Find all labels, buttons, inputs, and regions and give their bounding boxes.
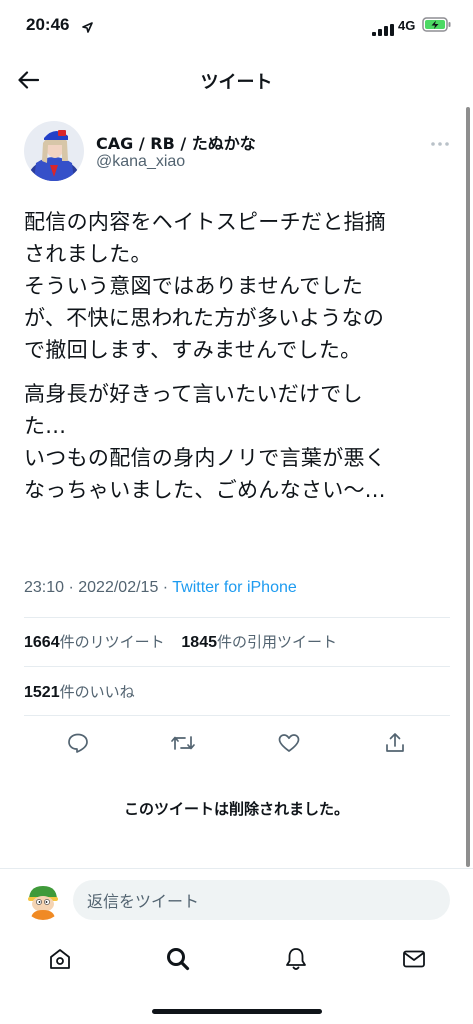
retweet-count[interactable]: 1664件のリツイート	[24, 633, 165, 651]
search-icon	[167, 948, 190, 971]
home-indicator[interactable]	[152, 1009, 322, 1014]
quote-count[interactable]: 1845件の引用ツイート	[181, 633, 337, 651]
share-icon	[386, 733, 404, 752]
user-avatar[interactable]	[23, 880, 63, 920]
tweet-timestamp: 23:10 · 2022/02/15 ·	[24, 579, 173, 596]
like-button[interactable]	[275, 729, 303, 757]
tweet-actions	[0, 729, 473, 757]
tweet-paragraph: 高身長が好きって言いたいだけでし た... いつもの配信の身内ノリで言葉が悪く …	[24, 382, 387, 502]
retweet-icon	[171, 736, 195, 750]
battery-charging-icon	[422, 17, 452, 37]
tweet-paragraph: 配信の内容をヘイトスピーチだと指摘 されました。 そういう意図ではありませんでし…	[24, 210, 387, 362]
divider	[24, 666, 450, 667]
divider	[24, 715, 450, 716]
tab-search[interactable]	[163, 944, 193, 974]
engagement-stats: 1664件のリツイート 1845件の引用ツイート	[24, 631, 349, 652]
more-options-button[interactable]	[430, 134, 450, 146]
tweet-text: 配信の内容をヘイトスピーチだと指摘 されました。 そういう意図ではありませんでし…	[24, 206, 454, 506]
reply-placeholder: 返信をツイート	[87, 892, 200, 911]
home-icon	[50, 949, 70, 969]
reply-input[interactable]: 返信をツイート	[73, 880, 450, 920]
bell-icon	[286, 948, 306, 970]
tab-home[interactable]	[45, 944, 75, 974]
heart-icon	[278, 734, 300, 752]
network-type: 4G	[398, 18, 416, 33]
divider	[24, 617, 450, 618]
ellipsis-icon	[431, 142, 449, 146]
status-bar: 20:46 4G	[0, 0, 473, 50]
reply-button[interactable]	[64, 729, 92, 757]
comment-icon	[68, 733, 88, 753]
divider	[0, 868, 473, 869]
author-name[interactable]: CAG / RB / たぬかな	[96, 130, 256, 154]
author-handle[interactable]: @kana_xiao	[96, 153, 185, 171]
signal-icon	[372, 21, 394, 36]
mail-icon	[403, 950, 425, 968]
share-button[interactable]	[381, 729, 409, 757]
likes-stats: 1521件のいいね	[24, 681, 147, 702]
tab-notifications[interactable]	[281, 944, 311, 974]
status-time: 20:46	[26, 15, 70, 34]
like-count[interactable]: 1521件のいいね	[24, 683, 135, 701]
tab-bar	[0, 940, 473, 980]
location-arrow-icon	[82, 18, 93, 37]
page-title: ツイート	[200, 72, 273, 93]
deleted-notice: このツイートは削除されました。	[123, 800, 349, 818]
tweet-meta: 23:10 · 2022/02/15 · Twitter for iPhone	[24, 579, 297, 597]
tweet-source-link[interactable]: Twitter for iPhone	[172, 579, 297, 596]
author-avatar[interactable]	[24, 121, 84, 181]
header: ツイート	[0, 52, 473, 108]
tab-messages[interactable]	[399, 944, 429, 974]
retweet-button[interactable]	[169, 729, 197, 757]
